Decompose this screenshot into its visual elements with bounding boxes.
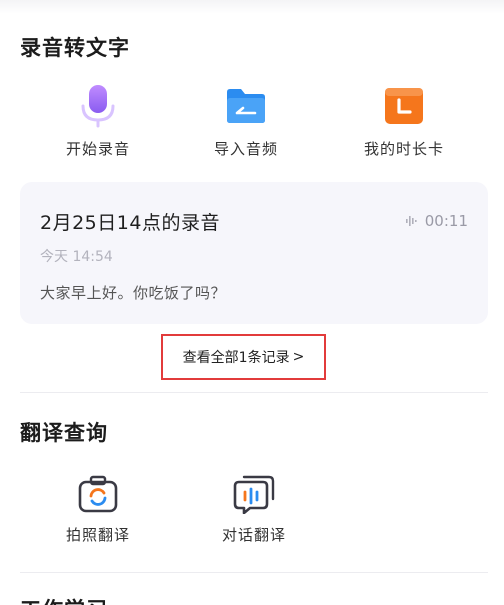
duration-text: 00:11: [424, 212, 468, 230]
photo-translate-label: 拍照翻译: [65, 526, 130, 544]
folder-import-icon: [227, 89, 265, 123]
view-all-records-button[interactable]: 查看全部1条记录 >: [161, 334, 326, 380]
start-recording-label: 开始录音: [65, 140, 130, 158]
clock-card-icon: [385, 88, 423, 124]
dialogue-translate-label: 对话翻译: [221, 526, 286, 544]
microphone-icon: [81, 85, 115, 128]
section-divider: [20, 392, 488, 393]
chevron-right-icon: >: [292, 349, 305, 365]
start-recording-button[interactable]: 开始录音: [38, 84, 158, 159]
import-audio-button[interactable]: 导入音频: [186, 84, 306, 159]
work-study-section-title: 工作学习: [20, 594, 108, 605]
recording-section-title: 录音转文字: [20, 36, 130, 60]
import-audio-label: 导入音频: [213, 140, 278, 158]
dialogue-translate-button[interactable]: 对话翻译: [194, 474, 314, 545]
camera-translate-icon: [78, 475, 118, 513]
recording-tools-page: 录音转文字 开始录音 导入音频 我的时长卡 2月25日14点的录音 00:11 …: [0, 0, 504, 605]
recent-recording-card[interactable]: 2月25日14点的录音 00:11 今天 14:54 大家早上好。你吃饭了吗？: [20, 182, 488, 324]
section-divider: [20, 572, 488, 573]
recording-title: 2月25日14点的录音: [40, 212, 220, 234]
view-all-label: 查看全部1条记录: [182, 350, 290, 366]
dialogue-translate-icon: [233, 475, 275, 514]
my-time-card-button[interactable]: 我的时长卡: [344, 84, 464, 159]
my-time-card-label: 我的时长卡: [363, 140, 444, 158]
waveform-icon: [405, 216, 417, 226]
top-fade: [0, 0, 504, 14]
translate-section-title: 翻译查询: [20, 421, 108, 445]
recording-transcript: 大家早上好。你吃饭了吗？: [40, 284, 227, 302]
photo-translate-button[interactable]: 拍照翻译: [38, 474, 158, 545]
recording-duration: 00:11: [405, 212, 468, 230]
recording-time: 今天 14:54: [40, 249, 113, 265]
